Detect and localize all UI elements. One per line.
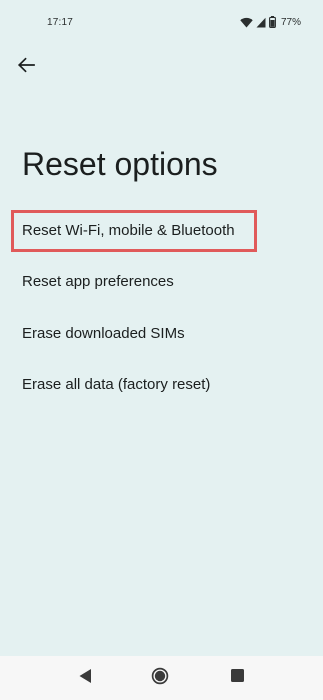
option-reset-wifi-mobile-bluetooth[interactable]: Reset Wi-Fi, mobile & Bluetooth bbox=[22, 221, 235, 241]
navigation-bar bbox=[0, 656, 323, 700]
page-title: Reset options bbox=[22, 146, 218, 182]
back-triangle-icon bbox=[78, 668, 92, 689]
recents-square-icon bbox=[230, 668, 245, 688]
signal-icon bbox=[256, 17, 266, 28]
status-icons: 77% bbox=[240, 15, 301, 29]
status-time: 17:17 bbox=[47, 17, 74, 28]
back-button[interactable] bbox=[12, 54, 40, 80]
option-reset-app-preferences[interactable]: Reset app preferences bbox=[22, 272, 174, 292]
nav-back-button[interactable] bbox=[76, 668, 94, 689]
arrow-back-icon bbox=[17, 57, 35, 78]
home-circle-icon bbox=[151, 667, 169, 690]
option-erase-all-data[interactable]: Erase all data (factory reset) bbox=[22, 375, 210, 395]
battery-icon bbox=[269, 16, 276, 28]
wifi-icon bbox=[240, 17, 253, 28]
nav-recents-button[interactable] bbox=[228, 669, 246, 687]
nav-home-button[interactable] bbox=[151, 667, 169, 690]
status-bar: 17:17 77% bbox=[0, 0, 323, 48]
battery-percent: 77% bbox=[280, 16, 301, 28]
option-erase-downloaded-sims[interactable]: Erase downloaded SIMs bbox=[22, 324, 185, 344]
